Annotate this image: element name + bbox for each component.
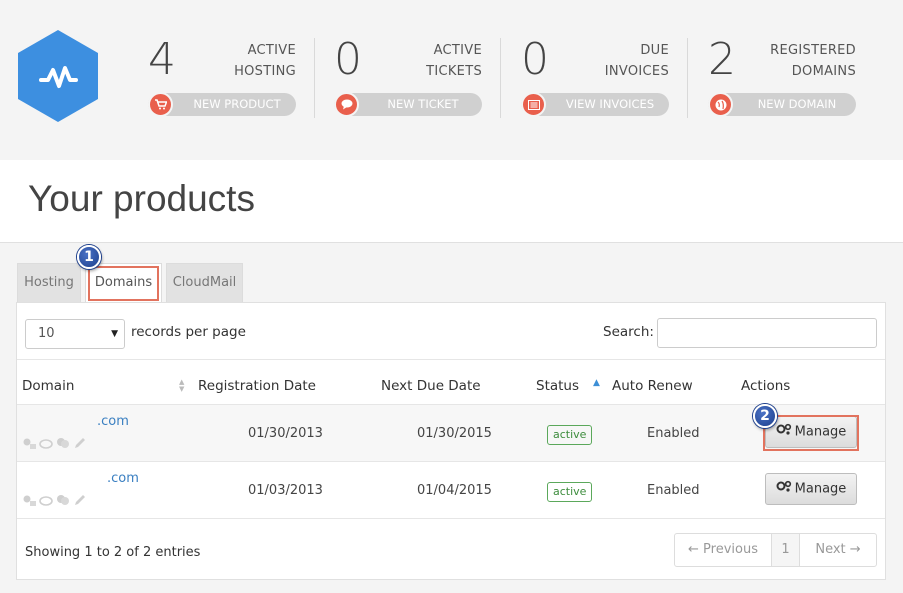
page-size-select[interactable]: 10 ▼ <box>25 319 125 349</box>
stat-number: 2 <box>708 34 736 85</box>
column-header-next-due-date[interactable]: Next Due Date <box>381 378 481 394</box>
sort-both-icon: ▲ ▼ <box>179 378 185 393</box>
column-header-status[interactable]: Status <box>536 378 579 394</box>
domain-link[interactable]: .com <box>97 414 129 429</box>
column-header-domain[interactable]: Domain <box>22 378 74 394</box>
tab-domains[interactable]: Domains <box>85 263 162 303</box>
stats-header: 4 ACTIVE HOSTING NEW PRODUCT 0 ACTIVE TI… <box>0 0 903 160</box>
title-area: Your products <box>0 160 903 243</box>
status-badge: active <box>547 482 593 502</box>
domain-tool-icons <box>22 492 87 506</box>
status-badge: active <box>547 425 593 445</box>
pagination: ← Previous 1 Next → <box>674 533 877 567</box>
stat-due-invoices: 0 DUE INVOICES VIEW INVOICES <box>521 30 669 130</box>
privacy-icon[interactable] <box>56 435 70 449</box>
domain-link[interactable]: .com <box>107 471 139 486</box>
search-input[interactable] <box>657 318 877 348</box>
stat-divider <box>687 38 688 118</box>
edit-pencil-icon[interactable] <box>73 492 87 506</box>
annotation-marker-1: 1 <box>77 245 101 269</box>
view-invoices-button[interactable]: VIEW INVOICES <box>521 92 669 117</box>
invoice-list-icon <box>521 92 546 117</box>
page-title: Your products <box>28 178 255 219</box>
registration-date: 01/03/2013 <box>248 483 323 498</box>
stat-active-tickets: 0 ACTIVE TICKETS NEW TICKET <box>334 30 482 130</box>
column-header-actions: Actions <box>741 378 791 394</box>
tab-hosting[interactable]: Hosting <box>17 263 81 303</box>
stat-label: ACTIVE TICKETS <box>426 43 482 79</box>
stat-number: 0 <box>334 34 362 85</box>
stat-registered-domains: 2 REGISTERED DOMAINS NEW DOMAIN <box>708 30 856 130</box>
stat-number: 0 <box>521 34 549 85</box>
domain-tool-icons <box>22 435 87 449</box>
column-header-registration-date[interactable]: Registration Date <box>198 378 316 394</box>
auto-renew-value: Enabled <box>647 426 700 441</box>
stat-active-hosting: 4 ACTIVE HOSTING NEW PRODUCT <box>148 30 296 130</box>
email-forwarding-icon[interactable] <box>39 435 53 449</box>
caret-down-icon: ▼ <box>111 329 118 339</box>
new-domain-button[interactable]: NEW DOMAIN <box>708 92 856 117</box>
globe-icon <box>708 92 733 117</box>
search-label: Search: <box>603 324 654 340</box>
gears-icon <box>776 474 792 504</box>
email-forwarding-icon[interactable] <box>39 492 53 506</box>
privacy-icon[interactable] <box>56 492 70 506</box>
next-due-date: 01/04/2015 <box>417 483 492 498</box>
speech-bubble-icon <box>334 92 359 117</box>
tab-cloudmail[interactable]: CloudMail <box>166 263 243 303</box>
edit-pencil-icon[interactable] <box>73 435 87 449</box>
stat-label: REGISTERED DOMAINS <box>770 43 856 79</box>
next-page-button[interactable]: Next → <box>800 534 876 566</box>
new-ticket-button[interactable]: NEW TICKET <box>334 92 482 117</box>
manage-button[interactable]: Manage <box>765 416 857 448</box>
cart-icon <box>148 92 173 117</box>
table-header: Domain ▲ ▼ Registration Date Next Due Dat… <box>17 359 885 405</box>
column-header-auto-renew[interactable]: Auto Renew <box>612 378 693 394</box>
sort-ascending-icon: ▲ <box>593 378 600 388</box>
stat-label: ACTIVE HOSTING <box>234 43 296 79</box>
stat-divider <box>314 38 315 118</box>
annotation-marker-2: 2 <box>753 404 777 428</box>
showing-entries-text: Showing 1 to 2 of 2 entries <box>25 545 201 560</box>
tab-label: Domains <box>94 275 153 290</box>
table-row: .com 01/03/2013 01/04/2015 active Enable… <box>17 462 885 519</box>
next-due-date: 01/30/2015 <box>417 426 492 441</box>
logo-hexagon-icon <box>18 30 98 122</box>
page-1-button[interactable]: 1 <box>772 534 800 566</box>
manage-button[interactable]: Manage <box>765 473 857 505</box>
domains-table-panel: 10 ▼ records per page Search: Domain ▲ ▼ … <box>16 302 886 580</box>
gears-icon <box>776 417 792 447</box>
stat-divider <box>500 38 501 118</box>
dns-settings-icon[interactable] <box>22 492 36 506</box>
stat-number: 4 <box>148 34 176 85</box>
auto-renew-value: Enabled <box>647 483 700 498</box>
dns-settings-icon[interactable] <box>22 435 36 449</box>
new-product-button[interactable]: NEW PRODUCT <box>148 92 296 117</box>
stat-label: DUE INVOICES <box>604 43 669 79</box>
registration-date: 01/30/2013 <box>248 426 323 441</box>
records-per-page-label: records per page <box>131 324 246 340</box>
previous-page-button[interactable]: ← Previous <box>675 534 772 566</box>
